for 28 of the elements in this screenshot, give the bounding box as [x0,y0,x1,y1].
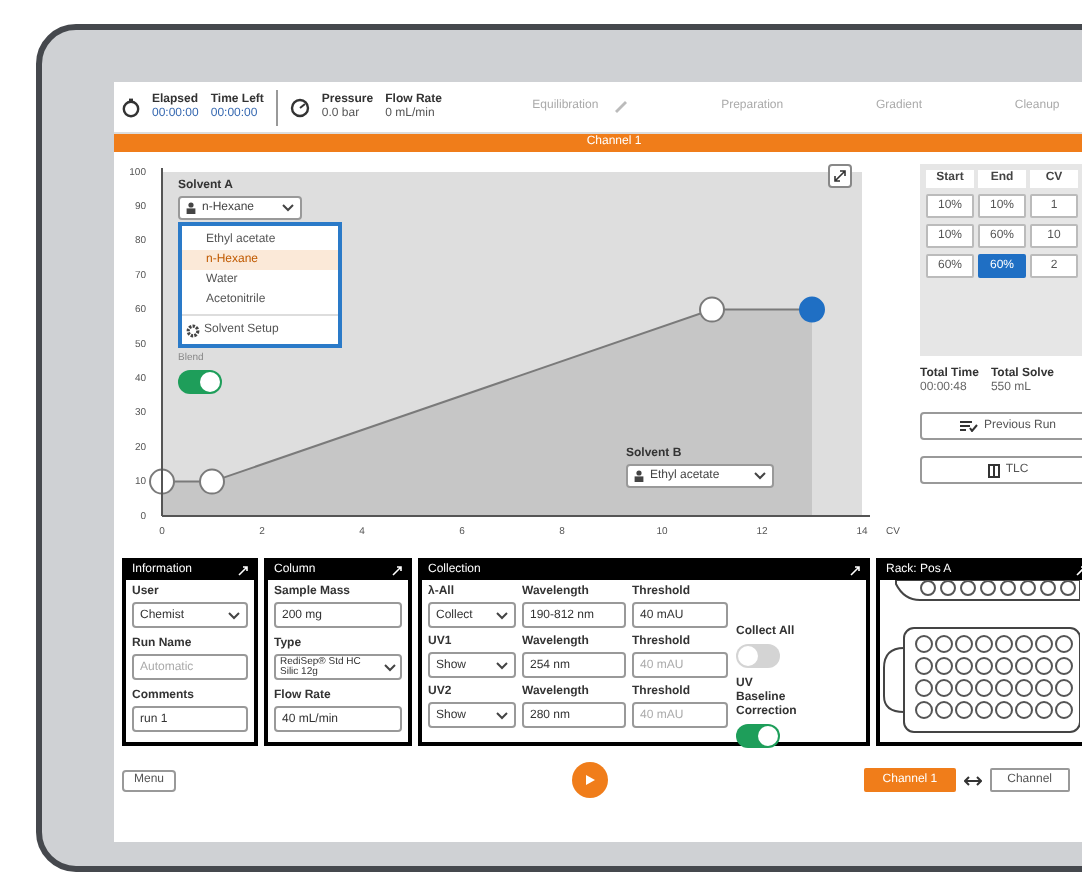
gradient-point[interactable] [149,468,175,495]
gradient-point[interactable] [799,296,825,323]
plate-icon [987,463,1000,477]
caret-icon [282,204,294,212]
list-check-icon [959,420,978,432]
expand-icon[interactable] [238,566,248,576]
play-icon [584,774,597,786]
caret-icon [496,611,508,619]
gear-icon [186,323,200,337]
toggle-switch[interactable] [736,644,780,668]
gauge-icon [289,97,310,117]
swap-icon[interactable] [963,775,982,785]
person-icon [186,202,196,214]
person-icon [634,470,644,482]
gradient-point[interactable] [199,468,225,495]
expand-icon[interactable] [850,566,860,576]
expand-icon [834,170,846,182]
caret-icon [384,663,396,671]
toggle-switch[interactable] [736,724,780,748]
caret-icon [496,661,508,669]
gradient-point[interactable] [699,296,725,323]
expand-icon[interactable] [392,566,402,576]
caret-icon [754,472,766,480]
caret-icon [496,711,508,719]
caret-icon [228,611,240,619]
expand-button[interactable] [828,164,852,188]
stopwatch-icon [122,97,140,117]
play-button[interactable] [572,762,609,798]
